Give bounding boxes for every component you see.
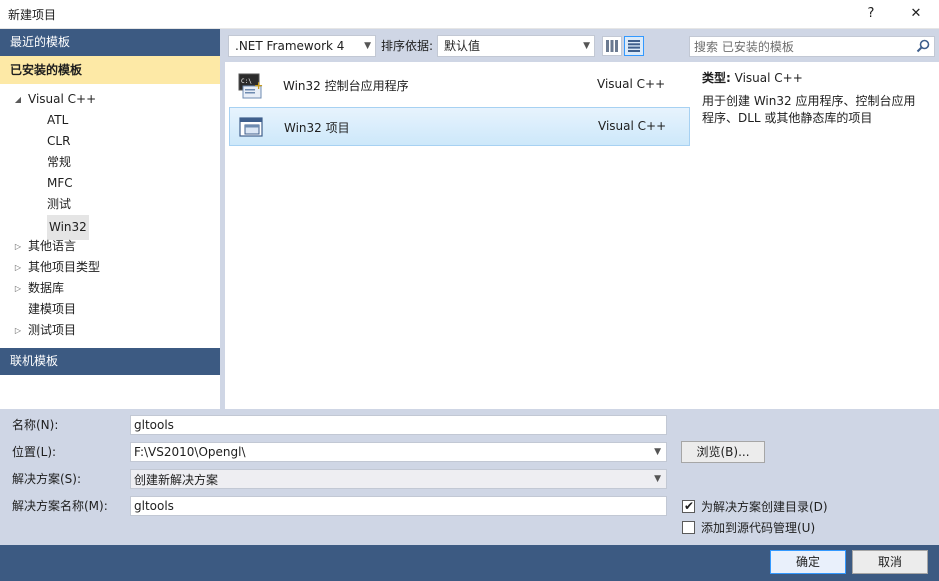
collapsed-arrow-icon[interactable]: ▷ [12, 257, 24, 278]
browse-button[interactable]: 浏览(B)... [681, 441, 765, 463]
sort-value: 默认值 [444, 39, 481, 53]
solution-name-field[interactable] [130, 496, 667, 516]
tree-item[interactable]: ▷ 其他语言 [0, 236, 220, 257]
close-button[interactable]: ✕ [896, 0, 936, 29]
template-language: Visual C++ [597, 77, 666, 91]
tree-item[interactable]: CLR [0, 131, 220, 152]
tree-item[interactable]: ▷ 测试项目 [0, 320, 220, 341]
solution-label: 解决方案(S): [12, 472, 82, 486]
chevron-down-icon: ▼ [364, 41, 371, 51]
check-icon: ✔ [684, 499, 695, 513]
chevron-down-icon[interactable]: ▼ [654, 443, 661, 461]
tree-item-label: 建模项目 [28, 302, 77, 316]
online-templates-header[interactable]: 联机模板 [0, 348, 220, 375]
tree-item-label: 数据库 [28, 281, 65, 295]
help-button[interactable]: ? [851, 0, 891, 29]
tree-item-label: CLR [47, 134, 71, 148]
tree-item[interactable]: ▷ 其他项目类型 [0, 257, 220, 278]
collapsed-arrow-icon[interactable]: ▷ [12, 278, 24, 299]
tree-item[interactable]: ATL [0, 110, 220, 131]
tree-item-label: 其他语言 [28, 239, 77, 253]
source-control-checkbox[interactable] [682, 521, 695, 534]
type-value: Visual C++ [734, 71, 803, 85]
cancel-button[interactable]: 取消 [852, 550, 928, 574]
tree-item-label: 测试项目 [28, 323, 77, 337]
tree-item-label: 常规 [47, 155, 72, 169]
solution-value[interactable] [134, 471, 634, 487]
tree-item[interactable]: MFC [0, 173, 220, 194]
list-view-button[interactable] [624, 36, 644, 56]
create-directory-checkbox[interactable]: ✔ [682, 499, 695, 513]
tree-item[interactable]: 建模项目 [0, 299, 220, 320]
collapsed-arrow-icon[interactable]: ▷ [12, 236, 24, 257]
svg-text:+: + [254, 79, 263, 92]
template-categories-panel: 最近的模板 已安装的模板 ◢ Visual C++ ATL CLR 常规 MFC 测试 Win… [0, 29, 220, 409]
tree-item-label: Visual C++ [28, 92, 97, 106]
svg-text:C:\: C:\ [241, 78, 252, 85]
template-item[interactable]: C:\ + Win32 控制台应用程序 Visual C++ [229, 66, 690, 105]
create-directory-label[interactable]: 为解决方案创建目录(D) [701, 499, 828, 515]
solution-dropdown[interactable]: ▼ [130, 469, 667, 489]
template-tree: ◢ Visual C++ ATL CLR 常规 MFC 测试 Win32 ▷ 其他语言 ▷ 其他项目类… [0, 89, 220, 341]
collapsed-arrow-icon[interactable]: ▷ [12, 320, 24, 341]
name-label: 名称(N): [12, 418, 59, 432]
template-list: C:\ + Win32 控制台应用程序 Visual C++ Win32 项目 … [224, 62, 690, 409]
ok-button[interactable]: 确定 [770, 550, 846, 574]
location-field[interactable]: ▼ [130, 442, 667, 462]
console-app-icon: C:\ + [238, 73, 263, 99]
window-title: 新建项目 [8, 8, 57, 22]
installed-templates-header[interactable]: 已安装的模板 [0, 56, 220, 84]
tree-item[interactable]: ◢ Visual C++ [0, 89, 220, 110]
list-view-icon [628, 40, 640, 52]
tree-item[interactable]: ▷ 数据库 [0, 278, 220, 299]
template-type-row: 类型: Visual C++ [702, 69, 927, 87]
win32-project-icon [239, 117, 263, 137]
tree-item-label: 测试 [47, 197, 72, 211]
sort-dropdown[interactable]: 默认值 ▼ [437, 35, 595, 57]
grid-view-icon [606, 40, 618, 52]
tree-item[interactable]: Win32 [0, 215, 220, 240]
chevron-down-icon: ▼ [583, 41, 590, 51]
recent-templates-header[interactable]: 最近的模板 [0, 29, 220, 56]
template-description: 用于创建 Win32 应用程序、控制台应用程序、DLL 或其他静态库的项目 [702, 94, 916, 125]
source-control-label[interactable]: 添加到源代码管理(U) [701, 520, 815, 536]
framework-value: .NET Framework 4 [235, 39, 345, 53]
name-field[interactable] [130, 415, 667, 435]
tree-item-label: MFC [47, 176, 73, 190]
template-language: Visual C++ [598, 119, 667, 133]
template-toolbar: .NET Framework 4 ▼ 排序依据: 默认值 ▼ [224, 33, 690, 59]
tree-item[interactable]: 测试 [0, 194, 220, 215]
location-input[interactable] [134, 444, 634, 460]
template-details-panel: 类型: Visual C++ 用于创建 Win32 应用程序、控制台应用程序、D… [690, 62, 939, 409]
search-icon[interactable] [916, 39, 930, 53]
template-search-box [689, 36, 935, 57]
tree-item-label: ATL [47, 113, 69, 127]
framework-dropdown[interactable]: .NET Framework 4 ▼ [228, 35, 376, 57]
small-icons-view-button[interactable] [602, 36, 622, 56]
type-label: 类型: [702, 71, 731, 85]
solution-name-label: 解决方案名称(M): [12, 499, 108, 513]
sort-label: 排序依据: [381, 39, 434, 53]
solution-name-input[interactable] [134, 498, 634, 514]
chevron-down-icon[interactable]: ▼ [654, 470, 661, 488]
tree-item-label: 其他项目类型 [28, 260, 101, 274]
expanded-arrow-icon[interactable]: ◢ [12, 89, 24, 110]
name-input[interactable] [134, 417, 634, 433]
template-name: Win32 项目 [284, 121, 350, 135]
title-bar: 新建项目 ? ✕ [0, 0, 939, 29]
tree-item[interactable]: 常规 [0, 152, 220, 173]
template-item[interactable]: Win32 项目 Visual C++ [229, 107, 690, 146]
search-input[interactable] [694, 38, 904, 55]
template-name: Win32 控制台应用程序 [283, 79, 409, 93]
location-label: 位置(L): [12, 445, 57, 459]
